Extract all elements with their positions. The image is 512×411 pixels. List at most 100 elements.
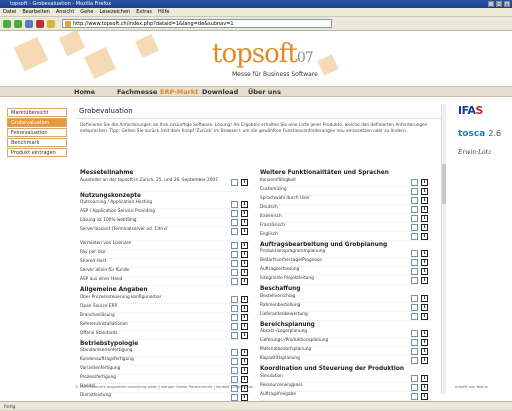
scroll-thumb[interactable] [442, 164, 446, 204]
info-icon[interactable]: i [421, 205, 428, 213]
menu-item[interactable]: Bearbeiten [22, 9, 49, 15]
info-icon[interactable]: i [421, 330, 428, 337]
criterion-checkbox[interactable] [411, 374, 418, 382]
criterion-checkbox[interactable] [231, 394, 238, 401]
sidebar-item-produkt-eintragen[interactable]: Produkt eintragen [7, 148, 67, 157]
back-icon[interactable] [3, 19, 11, 28]
info-icon[interactable]: i [421, 348, 428, 355]
criterion-checkbox[interactable] [231, 269, 238, 276]
info-icon[interactable]: i [421, 250, 428, 257]
criterion-checkbox[interactable] [411, 357, 418, 364]
criterion-checkbox[interactable] [231, 210, 238, 217]
close-button[interactable]: × [504, 1, 510, 7]
criterion-checkbox[interactable] [411, 178, 418, 186]
criterion-checkbox[interactable] [411, 259, 418, 266]
info-icon[interactable]: i [421, 383, 428, 391]
info-icon[interactable]: i [421, 214, 428, 222]
info-icon[interactable]: i [241, 251, 248, 258]
criterion-checkbox[interactable] [231, 304, 238, 312]
sidebar-item-feinevaluation[interactable]: Feinevaluation [7, 128, 67, 137]
criterion-checkbox[interactable] [231, 322, 238, 330]
info-icon[interactable]: i [241, 210, 248, 217]
info-icon[interactable]: i [421, 374, 428, 382]
criterion-checkbox[interactable] [231, 242, 238, 249]
info-icon[interactable]: i [421, 259, 428, 266]
info-icon[interactable]: i [421, 196, 428, 204]
nav-fachmesse[interactable]: Fachmesse [117, 87, 157, 98]
criterion-checkbox[interactable] [231, 260, 238, 267]
criterion-checkbox[interactable] [231, 349, 238, 356]
topsoft-logo[interactable]: topsoft07 [212, 39, 314, 69]
info-icon[interactable]: i [421, 223, 428, 231]
criterion-checkbox[interactable] [411, 205, 418, 213]
criterion-checkbox[interactable] [411, 268, 418, 275]
info-icon[interactable]: i [241, 201, 248, 208]
criterion-checkbox[interactable] [411, 383, 418, 391]
info-icon[interactable]: i [241, 295, 248, 303]
criterion-checkbox[interactable] [231, 313, 238, 321]
info-icon[interactable]: i [421, 294, 428, 302]
info-icon[interactable]: i [241, 394, 248, 401]
info-icon[interactable]: i [241, 358, 248, 365]
info-icon[interactable]: i [421, 178, 428, 186]
criterion-checkbox[interactable] [411, 392, 418, 400]
criterion-checkbox[interactable] [411, 232, 418, 240]
criterion-checkbox[interactable] [411, 348, 418, 355]
info-icon[interactable]: i [421, 392, 428, 400]
info-icon[interactable]: i [421, 187, 428, 195]
url-input[interactable]: http://www.topsoft.ch/index.php?dataid=1… [62, 19, 332, 28]
criterion-checkbox[interactable] [231, 228, 238, 235]
info-icon[interactable]: i [421, 312, 428, 320]
criterion-checkbox[interactable] [411, 196, 418, 204]
criterion-checkbox[interactable] [411, 250, 418, 257]
info-icon[interactable]: i [241, 322, 248, 330]
nav-download[interactable]: Download [202, 87, 238, 98]
nav-erp-markt[interactable]: ERP-Markt [160, 87, 198, 98]
criterion-checkbox[interactable] [231, 251, 238, 258]
criterion-checkbox[interactable] [411, 277, 418, 284]
ifas-logo[interactable]: IFAS [458, 104, 508, 117]
info-icon[interactable]: i [241, 278, 248, 285]
nav-ueber-uns[interactable]: Über uns [248, 87, 281, 98]
menu-item[interactable]: Hilfe [158, 9, 169, 15]
stop-icon[interactable] [36, 19, 44, 28]
info-icon[interactable]: i [241, 260, 248, 267]
criterion-checkbox[interactable] [411, 303, 418, 311]
criterion-checkbox[interactable] [231, 331, 238, 339]
forward-icon[interactable] [14, 19, 22, 28]
sponsor-logo-3[interactable]: Erwin·Lotz [458, 149, 508, 156]
menu-item[interactable]: Lesezeichen [100, 9, 131, 15]
sidebar-item-marktuebersicht[interactable]: Marktübersicht [7, 108, 67, 117]
info-icon[interactable]: i [241, 242, 248, 249]
tosca-logo[interactable]: tosca 2.6 [458, 129, 508, 139]
info-icon[interactable]: i [241, 304, 248, 312]
info-icon[interactable]: i [421, 303, 428, 311]
nav-home[interactable]: Home [74, 87, 95, 98]
info-icon[interactable]: i [421, 339, 428, 346]
info-icon[interactable]: i [241, 178, 248, 186]
content-scrollbar[interactable] [441, 104, 446, 394]
criterion-checkbox[interactable] [231, 358, 238, 365]
reload-icon[interactable] [25, 19, 33, 28]
criterion-checkbox[interactable] [411, 294, 418, 302]
criterion-checkbox[interactable] [231, 376, 238, 383]
criterion-checkbox[interactable] [411, 339, 418, 346]
maximize-button[interactable]: □ [496, 1, 502, 7]
info-icon[interactable]: i [421, 268, 428, 275]
home-icon[interactable] [47, 19, 55, 28]
info-icon[interactable]: i [421, 357, 428, 364]
info-icon[interactable]: i [241, 376, 248, 383]
info-icon[interactable]: i [241, 331, 248, 339]
criterion-checkbox[interactable] [231, 295, 238, 303]
sidebar-item-grobevaluation[interactable]: Grobevaluation [7, 118, 67, 127]
criterion-checkbox[interactable] [411, 330, 418, 337]
info-icon[interactable]: i [241, 313, 248, 321]
menu-item[interactable]: Extras [136, 9, 152, 15]
criterion-checkbox[interactable] [231, 278, 238, 285]
sidebar-item-benchmark[interactable]: Benchmark [7, 138, 67, 147]
info-icon[interactable]: i [241, 349, 248, 356]
criterion-checkbox[interactable] [411, 223, 418, 231]
info-icon[interactable]: i [421, 277, 428, 284]
criterion-checkbox[interactable] [231, 201, 238, 208]
menu-item[interactable]: Gehe [80, 9, 93, 15]
